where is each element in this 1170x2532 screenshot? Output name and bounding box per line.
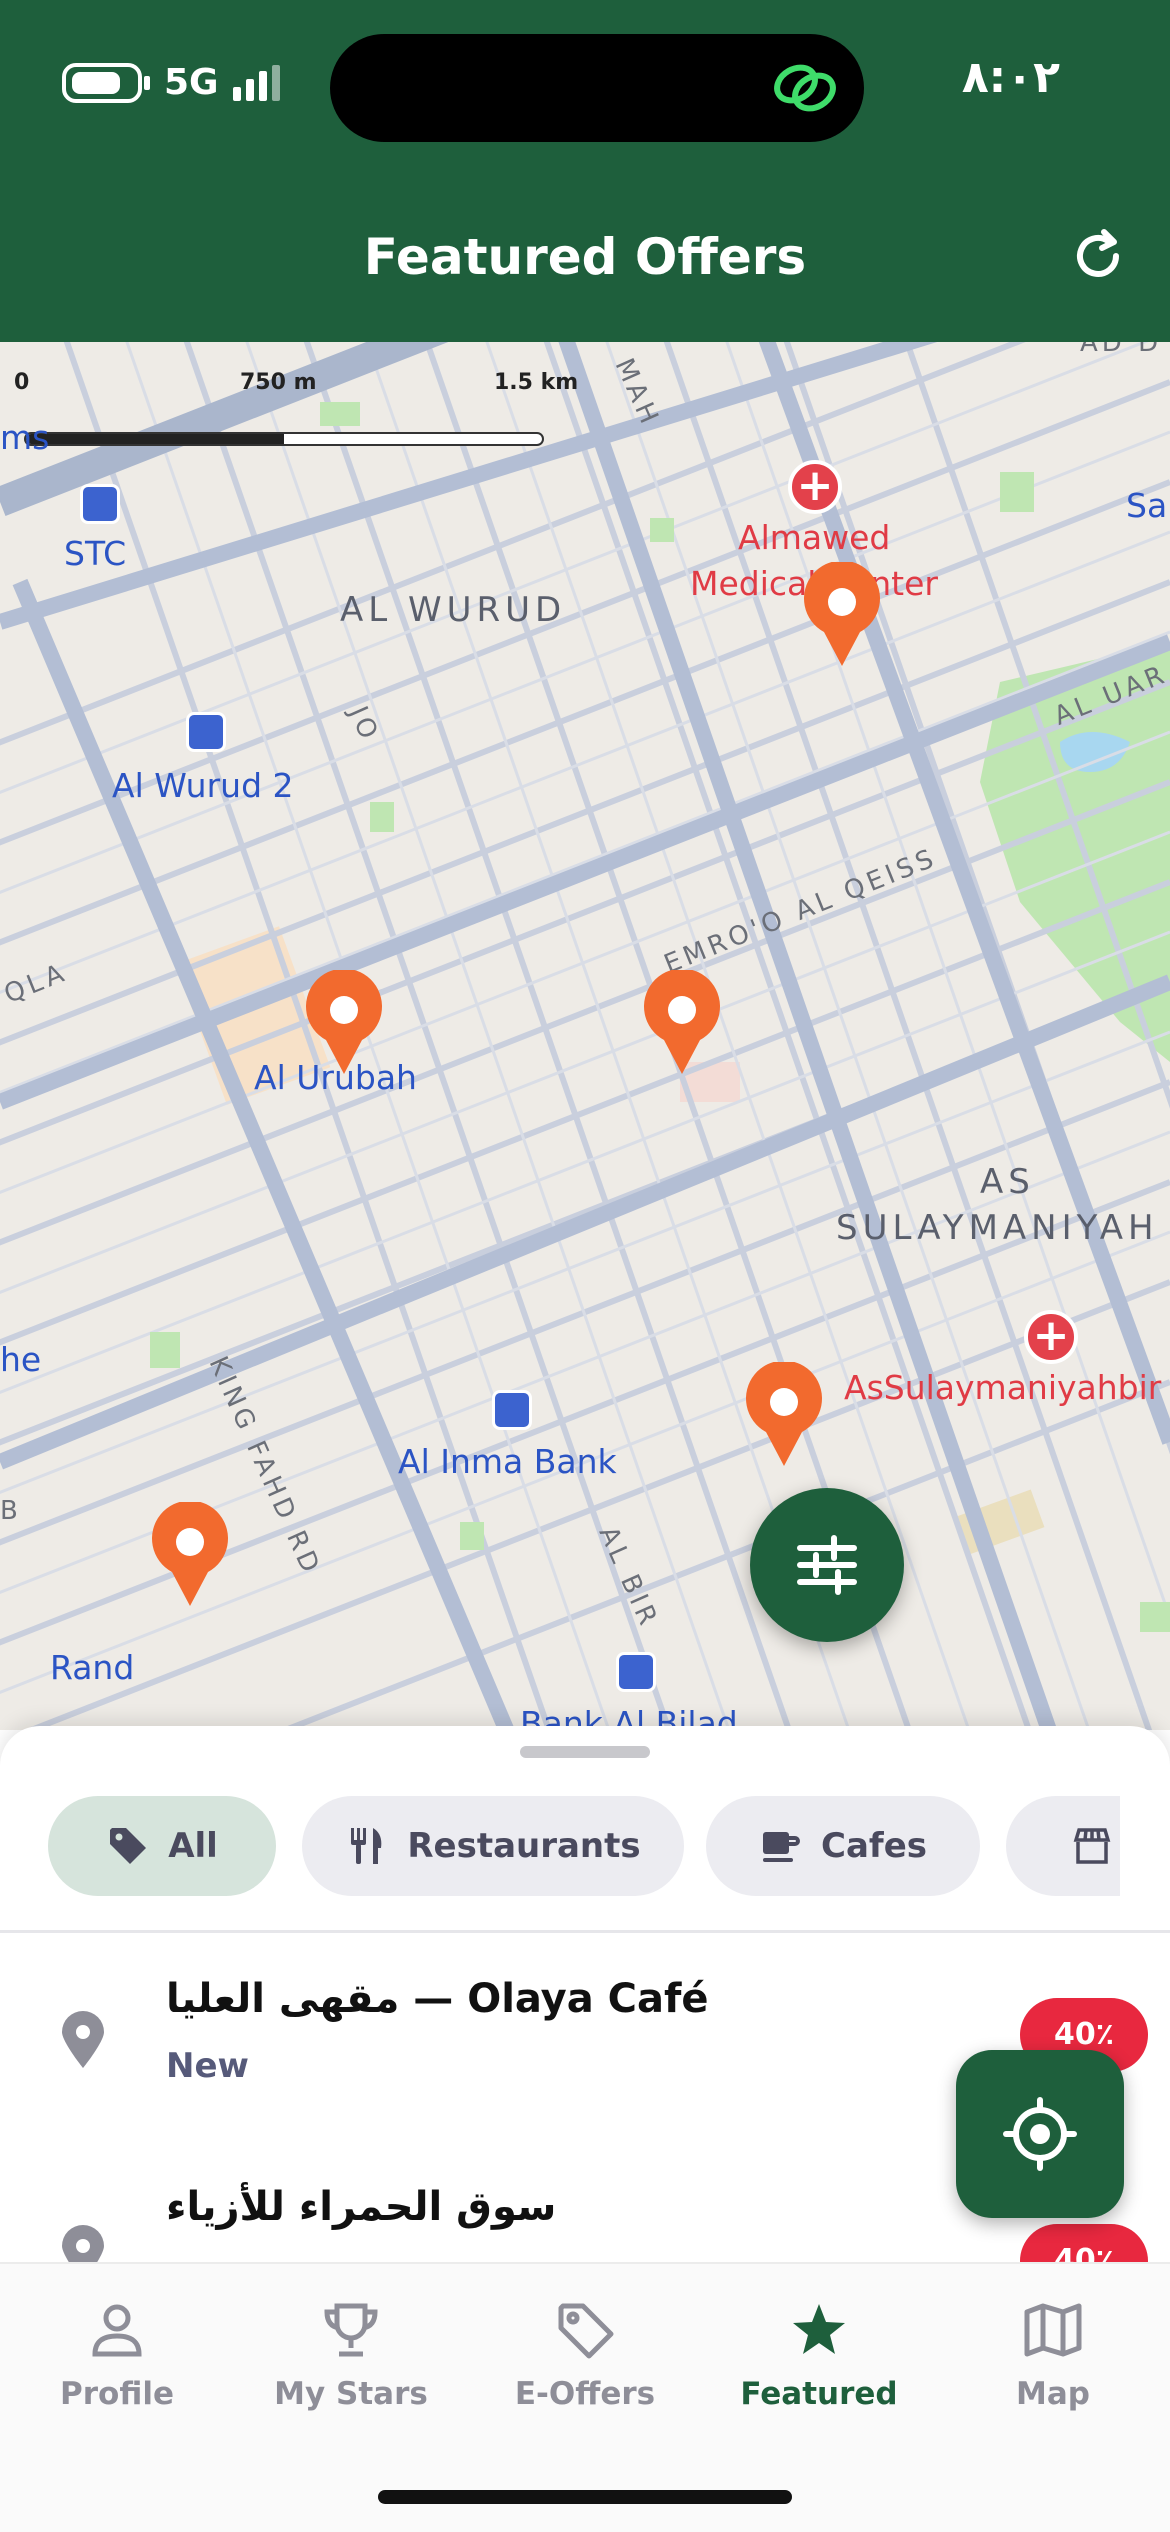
tab-label: My Stars <box>274 2376 428 2412</box>
sliders-icon <box>797 1535 857 1595</box>
map-label-al-inma-bank: Al Inma Bank <box>398 1442 617 1481</box>
refresh-icon[interactable] <box>1068 226 1128 286</box>
offer-pin[interactable] <box>148 1502 232 1610</box>
tab-label: Map <box>1016 2376 1090 2412</box>
offer-pin[interactable] <box>742 1362 826 1470</box>
chip-cafes[interactable]: Cafes <box>706 1796 980 1896</box>
fork-knife-icon <box>351 1828 382 1864</box>
tab-my-stars[interactable]: My Stars <box>234 2298 468 2412</box>
tab-e-offers[interactable]: E-Offers <box>468 2298 702 2412</box>
chip-restaurants[interactable]: Restaurants <box>302 1796 684 1896</box>
map-label-edge: he <box>0 1340 42 1379</box>
offer-subtitle: New <box>166 2046 249 2086</box>
chip-all[interactable]: All <box>48 1796 276 1896</box>
tag-icon <box>558 2303 614 2359</box>
coffee-cup-icon <box>763 1832 800 1862</box>
tab-label: Featured <box>740 2376 898 2412</box>
map-label-as-sulaymaniyah-bir: AsSulaymaniyahbir <box>844 1368 1162 1407</box>
page-title: Featured Offers <box>363 228 807 286</box>
offer-title: مقهى العليا — Olaya Café <box>166 1976 709 2022</box>
status-bar-left: 5G <box>62 62 280 103</box>
network-label: 5G <box>164 62 219 103</box>
dynamic-island <box>330 34 864 142</box>
crosshair-icon <box>1003 2097 1077 2171</box>
tab-profile[interactable]: Profile <box>0 2298 234 2412</box>
chip-label: All <box>168 1826 218 1866</box>
divider <box>0 1930 1170 1933</box>
chip-label: Cafes <box>821 1826 927 1866</box>
map-label-edge: Sa <box>1126 486 1168 525</box>
district-as: AS <box>980 1162 1035 1202</box>
map-label-stc: STC <box>64 534 127 573</box>
bus-stop-icon[interactable] <box>80 484 120 524</box>
street-edge: AD D <box>1080 342 1163 358</box>
street-edge: B <box>0 1496 22 1526</box>
offer-title: سوق الحمراء للأزياء <box>166 2184 557 2230</box>
scale-bar <box>24 432 544 446</box>
offer-pin[interactable] <box>800 562 884 670</box>
location-pin-icon <box>62 2225 104 2266</box>
my-location-button[interactable] <box>956 2050 1124 2218</box>
location-pin-icon <box>62 2011 104 2068</box>
tab-featured[interactable]: Featured <box>702 2298 936 2412</box>
store-icon <box>1073 1828 1111 1864</box>
sheet-handle[interactable] <box>520 1746 650 1758</box>
district-al-wurud: AL WURUD <box>340 590 567 630</box>
bus-stop-icon[interactable] <box>186 712 226 752</box>
scale-zero: 0 <box>14 370 30 395</box>
district-sulaymaniyah: SULAYMANIYAH <box>836 1208 1159 1248</box>
link-icon <box>774 64 836 112</box>
map-label-rand: Rand <box>50 1648 135 1687</box>
map-label-al-wurud-2: Al Wurud 2 <box>112 766 294 805</box>
medical-icon[interactable]: + <box>1024 1310 1078 1364</box>
battery-icon <box>62 62 142 103</box>
tag-icon <box>110 1828 147 1864</box>
trophy-icon <box>324 2303 378 2357</box>
map-label-edge: ms <box>0 418 50 457</box>
filter-button[interactable] <box>750 1488 904 1642</box>
scale-max: 1.5 km <box>494 370 579 395</box>
tab-label: E-Offers <box>514 2376 656 2412</box>
star-icon <box>793 2304 845 2354</box>
chip-label: Restaurants <box>407 1826 641 1866</box>
signal-icon <box>232 64 280 101</box>
status-time: ٨:٠٢ <box>961 52 1060 103</box>
medical-icon[interactable]: + <box>788 460 842 514</box>
battery-nub <box>144 75 150 90</box>
chip-stores[interactable] <box>1006 1796 1120 1896</box>
offer-pin[interactable] <box>302 970 386 1078</box>
map-view[interactable]: 0 750 m 1.5 km + + 65 STC Al Wurud 2 Al … <box>0 342 1170 1730</box>
person-icon <box>92 2304 142 2357</box>
map-icon <box>1024 2303 1082 2357</box>
discount-badge: 40٪ <box>1020 2224 1148 2266</box>
bus-stop-icon[interactable] <box>492 1390 532 1430</box>
tab-label: Profile <box>60 2376 174 2412</box>
bus-stop-icon[interactable] <box>616 1652 656 1692</box>
app-header: 5G ٨:٠٢ Featured Offers <box>0 0 1170 342</box>
category-chips: All Restaurants Cafes <box>48 1796 1120 1896</box>
tab-map[interactable]: Map <box>936 2298 1170 2412</box>
home-indicator <box>378 2490 792 2504</box>
map-label-almawed: Almawed <box>738 518 891 557</box>
offer-pin[interactable] <box>640 970 724 1078</box>
scale-mid: 750 m <box>240 370 317 395</box>
